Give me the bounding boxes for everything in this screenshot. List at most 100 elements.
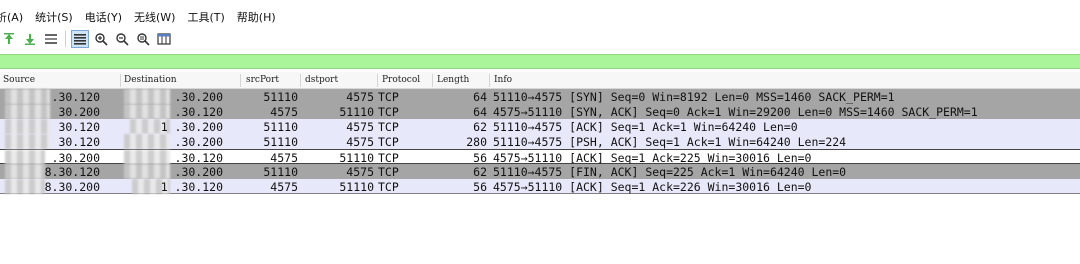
- redaction-blur: [124, 164, 170, 179]
- cell-protocol: TCP: [378, 105, 399, 119]
- packet-row[interactable]: 30.120 1 .30.200 51110 4575 TCP 62 51110…: [0, 119, 1080, 134]
- cell-dstport: 51110: [339, 180, 374, 194]
- column-divider[interactable]: [300, 74, 301, 87]
- cell-srcport: 4575: [270, 180, 298, 194]
- column-header-srcport[interactable]: srcPort: [246, 75, 279, 88]
- redaction-blur: [5, 164, 45, 179]
- redaction-blur: [5, 179, 45, 194]
- cell-protocol: TCP: [378, 135, 399, 149]
- cell-destination: .30.200: [174, 165, 223, 179]
- main-toolbar: [0, 29, 1080, 49]
- column-header-info[interactable]: Info: [494, 75, 512, 88]
- cell-srcport: 51110: [263, 120, 298, 134]
- column-divider[interactable]: [377, 74, 378, 87]
- packet-row-selected[interactable]: .30.200 .30.120 4575 51110 TCP 56 4575→5…: [0, 149, 1080, 165]
- menu-help[interactable]: 帮助(H): [237, 9, 276, 25]
- redaction-blur: [5, 150, 45, 165]
- cell-protocol: TCP: [378, 180, 399, 194]
- cell-source: 30.120: [58, 135, 100, 149]
- cell-info: 4575→51110 [SYN, ACK] Seq=0 Ack=1 Win=29…: [493, 105, 978, 119]
- cell-protocol: TCP: [378, 151, 399, 165]
- cell-info: 4575→51110 [ACK] Seq=1 Ack=226 Win=30016…: [493, 180, 812, 194]
- zoom-out-icon[interactable]: [113, 30, 131, 48]
- autoscroll-icon[interactable]: [42, 30, 60, 48]
- cell-dstport: 4575: [346, 135, 374, 149]
- redaction-blur: [124, 89, 170, 104]
- cell-srcport: 51110: [263, 165, 298, 179]
- cell-srcport: 51110: [263, 90, 298, 104]
- menu-bar: 析(A) 统计(S) 电话(Y) 无线(W) 工具(T) 帮助(H): [0, 8, 1080, 26]
- redaction-blur: [5, 134, 50, 149]
- cell-info: 51110→4575 [ACK] Seq=1 Ack=1 Win=64240 L…: [493, 120, 798, 134]
- packet-list-header: Source Destination srcPort dstport Proto…: [0, 72, 1080, 89]
- cell-protocol: TCP: [378, 165, 399, 179]
- packet-row[interactable]: 8.30.200 1 .30.120 4575 51110 TCP 56 457…: [0, 179, 1080, 194]
- packet-list: .30.120 .30.200 51110 4575 TCP 64 51110→…: [0, 89, 1080, 194]
- cell-info: 4575→51110 [ACK] Seq=1 Ack=225 Win=30016…: [493, 151, 812, 165]
- packet-row[interactable]: .30.120 .30.200 51110 4575 TCP 64 51110→…: [0, 89, 1080, 104]
- cell-length: 280: [466, 135, 487, 149]
- menu-statistics[interactable]: 统计(S): [35, 9, 73, 25]
- packet-row[interactable]: 30.200 .30.120 4575 51110 TCP 64 4575→51…: [0, 104, 1080, 119]
- menu-wireless[interactable]: 无线(W): [134, 9, 175, 25]
- zoom-reset-icon[interactable]: [134, 30, 152, 48]
- cell-destination: 1 .30.200: [160, 120, 223, 134]
- cell-length: 56: [473, 180, 487, 194]
- cell-destination: .30.120: [174, 105, 223, 119]
- cell-source: 30.120: [58, 120, 100, 134]
- packet-row[interactable]: 8.30.120 .30.200 51110 4575 TCP 62 51110…: [0, 164, 1080, 179]
- cell-source: .30.120: [51, 90, 100, 104]
- column-header-length[interactable]: Length: [437, 75, 469, 88]
- cell-length: 64: [473, 90, 487, 104]
- redaction-blur: [5, 104, 50, 119]
- go-first-icon[interactable]: [0, 30, 18, 48]
- cell-destination: 1 .30.120: [160, 180, 223, 194]
- column-divider[interactable]: [240, 74, 241, 87]
- cell-dstport: 4575: [346, 165, 374, 179]
- cell-dstport: 4575: [346, 120, 374, 134]
- cell-destination: .30.200: [174, 90, 223, 104]
- cell-srcport: 51110: [263, 135, 298, 149]
- packet-row[interactable]: 30.120 .30.200 51110 4575 TCP 280 51110→…: [0, 134, 1080, 149]
- zoom-in-icon[interactable]: [92, 30, 110, 48]
- cell-source: .30.200: [51, 151, 100, 165]
- cell-srcport: 4575: [270, 105, 298, 119]
- cell-protocol: TCP: [378, 120, 399, 134]
- redaction-blur: [124, 104, 170, 119]
- toolbar-separator: [65, 31, 66, 47]
- cell-length: 62: [473, 120, 487, 134]
- redaction-blur: [124, 150, 170, 165]
- cell-length: 56: [473, 151, 487, 165]
- go-last-icon[interactable]: [21, 30, 39, 48]
- cell-source: 8.30.200: [44, 180, 100, 194]
- resize-columns-icon[interactable]: [155, 30, 173, 48]
- cell-protocol: TCP: [378, 90, 399, 104]
- menu-tools[interactable]: 工具(T): [187, 9, 224, 25]
- colorize-icon[interactable]: [71, 30, 89, 48]
- menu-analyze[interactable]: 析(A): [0, 9, 23, 25]
- column-header-destination[interactable]: Destination: [124, 75, 177, 88]
- cell-source: 30.200: [58, 105, 100, 119]
- redaction-blur: [5, 119, 50, 134]
- redaction-blur: [5, 89, 50, 104]
- column-divider[interactable]: [489, 74, 490, 87]
- column-divider[interactable]: [120, 74, 121, 87]
- display-filter-bar[interactable]: [0, 54, 1080, 69]
- cell-info: 51110→4575 [SYN] Seq=0 Win=8192 Len=0 MS…: [493, 90, 895, 104]
- column-header-protocol[interactable]: Protocol: [382, 75, 420, 88]
- column-divider[interactable]: [432, 74, 433, 87]
- cell-source: 8.30.120: [44, 165, 100, 179]
- column-header-dstport[interactable]: dstport: [305, 75, 338, 88]
- cell-dstport: 4575: [346, 90, 374, 104]
- cell-length: 62: [473, 165, 487, 179]
- menu-telephony[interactable]: 电话(Y): [85, 9, 122, 25]
- cell-srcport: 4575: [270, 151, 298, 165]
- cell-destination: .30.200: [174, 135, 223, 149]
- redaction-blur: [124, 134, 170, 149]
- column-header-source[interactable]: Source: [3, 75, 35, 88]
- cell-length: 64: [473, 105, 487, 119]
- cell-dstport: 51110: [339, 105, 374, 119]
- cell-destination: .30.120: [174, 151, 223, 165]
- cell-dstport: 51110: [339, 151, 374, 165]
- cell-info: 51110→4575 [PSH, ACK] Seq=1 Ack=1 Win=64…: [493, 135, 847, 149]
